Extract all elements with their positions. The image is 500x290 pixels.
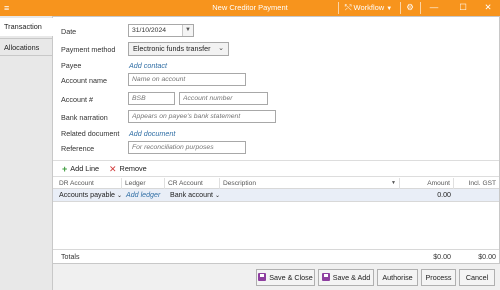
add-line-button[interactable]: + Add Line: [62, 164, 99, 174]
process-button[interactable]: Process: [421, 269, 456, 286]
bank-narration-label: Bank narration: [61, 113, 108, 122]
dr-account-value: Accounts payable: [59, 191, 115, 199]
chevron-down-icon: ▼: [386, 6, 393, 12]
description-cell[interactable]: [223, 189, 400, 202]
window-title: New Creditor Payment: [212, 3, 288, 12]
close-icon[interactable]: ✕: [481, 2, 495, 13]
title-divider: [400, 2, 401, 14]
reference-field[interactable]: [128, 141, 246, 154]
chevron-down-icon: ⌄: [116, 193, 123, 199]
save-close-label: Save & Close: [269, 273, 313, 282]
chevron-down-icon: ⌄: [214, 193, 221, 199]
close-icon: ✕: [109, 164, 117, 174]
reference-label: Reference: [61, 144, 95, 153]
save-icon: [258, 273, 267, 281]
gear-icon[interactable]: ⚙: [403, 2, 417, 13]
remove-button[interactable]: ✕ Remove: [109, 164, 147, 174]
title-divider: [420, 2, 421, 14]
divider: [53, 176, 499, 177]
cancel-button[interactable]: Cancel: [459, 269, 495, 286]
column-header-label: Description: [223, 180, 256, 187]
transaction-panel: Date 31/10/2024 ▼ Payment method Electro…: [53, 16, 500, 264]
title-divider: [338, 2, 339, 14]
divider: [53, 160, 499, 161]
save-close-button[interactable]: Save & Close: [256, 269, 315, 286]
cr-account-cell[interactable]: Bank account ⌄: [167, 189, 227, 202]
payment-method-label: Payment method: [61, 45, 116, 54]
column-header[interactable]: Ledger: [122, 178, 165, 189]
account-name-field[interactable]: [128, 73, 246, 86]
account-name-label: Account name: [61, 76, 107, 85]
add-ledger-link[interactable]: Add ledger: [123, 189, 165, 202]
workflow-icon: ⤲: [345, 3, 352, 12]
bsb-field[interactable]: [128, 92, 175, 105]
chevron-down-icon[interactable]: ▼: [182, 25, 193, 36]
chevron-down-icon: ⌄: [218, 45, 224, 52]
date-label: Date: [61, 27, 77, 36]
table-row[interactable]: Accounts payable ⌄ Add ledger Bank accou…: [53, 189, 499, 202]
totals-amount: $0.00: [433, 253, 451, 261]
date-field[interactable]: 31/10/2024 ▼: [128, 24, 194, 37]
account-number-label: Account #: [61, 95, 93, 104]
totals-gst: $0.00: [478, 253, 496, 261]
maximize-icon[interactable]: ☐: [456, 2, 470, 13]
workflow-button[interactable]: ⤲ Workflow ▼: [345, 3, 392, 14]
date-value: 31/10/2024: [132, 27, 167, 34]
cr-account-value: Bank account: [170, 191, 213, 199]
minimize-icon[interactable]: —: [427, 2, 441, 13]
tab-allocations[interactable]: Allocations: [0, 38, 53, 56]
payment-method-value: Electronic funds transfer: [133, 44, 211, 53]
plus-icon: +: [62, 164, 68, 174]
add-line-label: Add Line: [70, 164, 100, 173]
amount-cell[interactable]: 0.00: [400, 189, 454, 202]
remove-label: Remove: [119, 164, 147, 173]
payment-method-select[interactable]: Electronic funds transfer ⌄: [128, 42, 229, 56]
column-header[interactable]: Incl. GST: [454, 178, 499, 189]
tab-transaction[interactable]: Transaction: [0, 18, 54, 36]
grid-header: DR Account Ledger CR Account Description…: [53, 178, 499, 189]
column-header[interactable]: CR Account: [165, 178, 220, 189]
column-header[interactable]: Description ▼: [220, 178, 400, 189]
column-header[interactable]: Amount: [400, 178, 454, 189]
save-add-label: Save & Add: [332, 273, 371, 282]
chevron-down-icon: ▼: [391, 180, 396, 186]
gst-cell[interactable]: [454, 189, 499, 202]
related-document-label: Related document: [61, 129, 120, 138]
totals-label: Totals: [61, 253, 80, 261]
add-document-link[interactable]: Add document: [129, 129, 175, 138]
totals-row: Totals $0.00 $0.00: [53, 249, 499, 264]
workflow-label: Workflow: [353, 3, 385, 12]
account-number-field[interactable]: [179, 92, 268, 105]
save-add-button[interactable]: Save & Add: [318, 269, 374, 286]
column-header[interactable]: DR Account: [56, 178, 122, 189]
dr-account-cell[interactable]: Accounts payable ⌄: [56, 189, 122, 202]
add-contact-link[interactable]: Add contact: [129, 61, 167, 70]
side-tabs: Transaction Allocations: [0, 16, 54, 290]
title-bar: ≡ New Creditor Payment ⤲ Workflow ▼ ⚙ — …: [0, 0, 500, 16]
bank-narration-field[interactable]: [128, 110, 276, 123]
save-icon: [321, 273, 330, 281]
authorise-button[interactable]: Authorise: [377, 269, 418, 286]
payee-label: Payee: [61, 61, 82, 70]
